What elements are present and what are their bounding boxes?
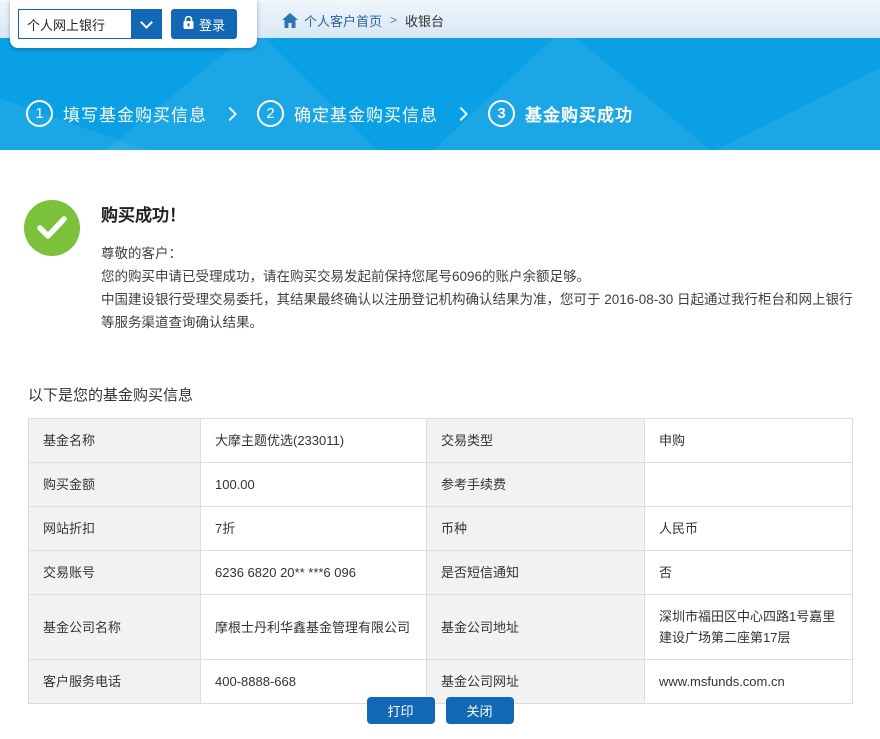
step-3-number: 3: [488, 100, 515, 127]
currency-label: 币种: [427, 507, 645, 551]
step-2-confirm-info: 2 确定基金购买信息: [257, 100, 438, 127]
breadcrumb: 个人客户首页 > 收银台: [282, 1, 444, 39]
currency-value: 人民币: [645, 507, 853, 551]
trade-type-label: 交易类型: [427, 419, 645, 463]
step-3-label: 基金购买成功: [525, 101, 633, 126]
lock-icon: [183, 16, 194, 32]
home-icon: [282, 13, 298, 28]
account-card: 个人网上银行 登录: [10, 0, 257, 48]
step-1-label: 填写基金购买信息: [63, 101, 207, 126]
fund-company-address-value: 深圳市福田区中心四路1号嘉里建设广场第二座第17层: [645, 595, 853, 660]
login-button[interactable]: 登录: [171, 9, 237, 39]
fund-company-name-label: 基金公司名称: [29, 595, 201, 660]
fund-name-label: 基金名称: [29, 419, 201, 463]
table-row: 基金名称 大摩主题优选(233011) 交易类型 申购: [29, 419, 853, 463]
trade-account-value: 6236 6820 20** ***6 096: [201, 551, 427, 595]
breadcrumb-home-link[interactable]: 个人客户首页: [282, 11, 382, 30]
channel-select[interactable]: 个人网上银行: [18, 9, 162, 39]
site-discount-label: 网站折扣: [29, 507, 201, 551]
steps-banner: 1 填写基金购买信息 2 确定基金购买信息 3 基金购买成功: [0, 38, 880, 150]
purchase-amount-value: 100.00: [201, 463, 427, 507]
success-greeting: 尊敬的客户：: [101, 242, 853, 265]
success-texts: 购买成功！ 尊敬的客户： 您的购买申请已受理成功，请在购买交易发起前保持您尾号6…: [101, 198, 853, 334]
login-button-label: 登录: [199, 15, 225, 34]
success-line-1: 您的购买申请已受理成功，请在购买交易发起前保持您尾号6096的账户余额足够。: [101, 265, 853, 288]
trade-type-value: 申购: [645, 419, 853, 463]
progress-steps: 1 填写基金购买信息 2 确定基金购买信息 3 基金购买成功: [26, 100, 633, 127]
breadcrumb-current: 收银台: [405, 11, 444, 30]
purchase-info-table: 基金名称 大摩主题优选(233011) 交易类型 申购 购买金额 100.00 …: [28, 418, 853, 704]
success-check-icon: [24, 200, 80, 256]
chevron-down-icon: [131, 10, 161, 38]
table-row: 交易账号 6236 6820 20** ***6 096 是否短信通知 否: [29, 551, 853, 595]
reference-fee-value: [645, 463, 853, 507]
step-1-number: 1: [26, 100, 53, 127]
step-2-number: 2: [257, 100, 284, 127]
table-row: 基金公司名称 摩根士丹利华鑫基金管理有限公司 基金公司地址 深圳市福田区中心四路…: [29, 595, 853, 660]
action-buttons: 打印 关闭: [0, 697, 880, 724]
sms-notify-value: 否: [645, 551, 853, 595]
step-3-purchase-success: 3 基金购买成功: [488, 100, 633, 127]
table-row: 购买金额 100.00 参考手续费: [29, 463, 853, 507]
step-2-label: 确定基金购买信息: [294, 101, 438, 126]
step-1-fill-info: 1 填写基金购买信息: [26, 100, 207, 127]
fund-company-address-label: 基金公司地址: [427, 595, 645, 660]
fund-name-value: 大摩主题优选(233011): [201, 419, 427, 463]
fund-company-name-value: 摩根士丹利华鑫基金管理有限公司: [201, 595, 427, 660]
purchase-info-section-title: 以下是您的基金购买信息: [28, 384, 193, 405]
step-separator-icon: [223, 106, 237, 120]
breadcrumb-separator: >: [390, 13, 397, 27]
breadcrumb-home-label: 个人客户首页: [304, 11, 382, 30]
trade-account-label: 交易账号: [29, 551, 201, 595]
step-separator-icon: [454, 106, 468, 120]
purchase-amount-label: 购买金额: [29, 463, 201, 507]
channel-select-value: 个人网上银行: [19, 10, 131, 38]
sms-notify-label: 是否短信通知: [427, 551, 645, 595]
close-button[interactable]: 关闭: [446, 697, 514, 724]
table-row: 网站折扣 7折 币种 人民币: [29, 507, 853, 551]
success-message-block: 购买成功！ 尊敬的客户： 您的购买申请已受理成功，请在购买交易发起前保持您尾号6…: [24, 198, 856, 334]
success-line-2: 中国建设银行受理交易委托，其结果最终确认以注册登记机构确认结果为准，您可于 20…: [101, 288, 853, 334]
success-title: 购买成功！: [101, 201, 853, 226]
reference-fee-label: 参考手续费: [427, 463, 645, 507]
site-discount-value: 7折: [201, 507, 427, 551]
print-button[interactable]: 打印: [367, 697, 435, 724]
